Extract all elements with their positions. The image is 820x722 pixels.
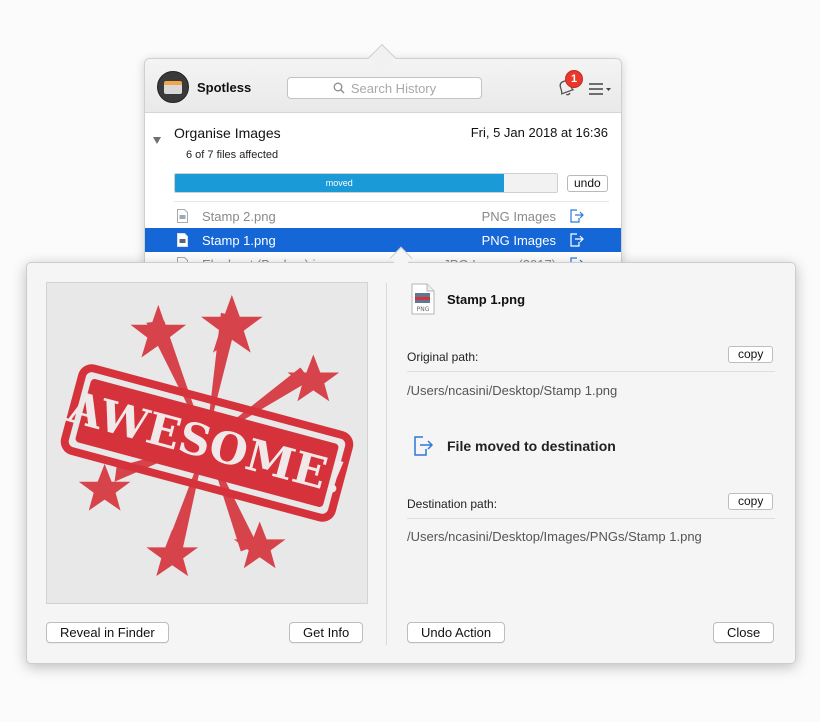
notification-badge: 1	[565, 70, 583, 88]
original-path-label: Original path:	[407, 350, 479, 364]
file-icon	[177, 233, 188, 247]
destination-path: /Users/ncasini/Desktop/Images/PNGs/Stamp…	[407, 529, 702, 544]
file-row-selected[interactable]: Stamp 1.png PNG Images	[145, 228, 621, 252]
disclosure-triangle-icon[interactable]	[153, 137, 161, 144]
image-preview: AWESOME!	[46, 282, 368, 604]
file-icon-label: PNG	[417, 306, 430, 313]
file-row[interactable]: Stamp 2.png PNG Images	[145, 204, 621, 228]
undo-action-button[interactable]: Undo Action	[407, 622, 506, 643]
get-info-button[interactable]: Get Info	[289, 622, 364, 643]
progress-bar: moved	[174, 173, 558, 193]
copy-destination-path-button[interactable]: copy	[728, 493, 774, 510]
file-type: PNG Images	[481, 232, 556, 248]
file-type: PNG Images	[481, 208, 556, 224]
moved-file-icon	[570, 233, 584, 247]
progress-fill: moved	[175, 174, 504, 192]
original-path: /Users/ncasini/Desktop/Stamp 1.png	[407, 383, 618, 398]
detail-file-name: Stamp 1.png	[447, 292, 526, 307]
close-button[interactable]: Close	[713, 622, 775, 643]
action-date: Fri, 5 Jan 2018 at 16:36	[470, 125, 608, 140]
affected-count: 6 of 7 files affected	[186, 149, 279, 161]
copy-original-path-button[interactable]: copy	[728, 346, 774, 363]
moved-file-icon	[570, 209, 584, 223]
file-detail-panel: AWESOME! Reveal in Finder Get Info PNG S…	[26, 262, 796, 664]
row-divider	[174, 201, 609, 202]
app-name: Spotless	[197, 80, 252, 95]
status-text: File moved to destination	[447, 438, 616, 454]
file-icon	[177, 209, 188, 223]
undo-button[interactable]: undo	[567, 175, 608, 192]
file-name: Stamp 1.png	[202, 232, 276, 248]
search-input[interactable]: Search History	[287, 77, 482, 99]
separator	[407, 518, 775, 519]
stamp-preview-image: AWESOME!	[60, 294, 354, 577]
search-placeholder: Search History	[350, 80, 437, 96]
destination-path-label: Destination path:	[407, 497, 498, 511]
reveal-in-finder-button[interactable]: Reveal in Finder	[46, 622, 169, 643]
action-title: Organise Images	[174, 125, 281, 141]
png-file-icon: PNG	[411, 283, 435, 315]
file-name: Stamp 2.png	[202, 208, 276, 224]
separator	[407, 371, 775, 372]
file-moved-icon	[414, 436, 434, 456]
panel-divider	[386, 283, 387, 645]
history-popover: Spotless Search History 1 Organise Image…	[144, 58, 622, 278]
search-icon	[333, 82, 345, 94]
app-icon	[157, 71, 189, 103]
progress-label: moved	[325, 178, 353, 188]
menu-icon[interactable]	[588, 81, 612, 97]
